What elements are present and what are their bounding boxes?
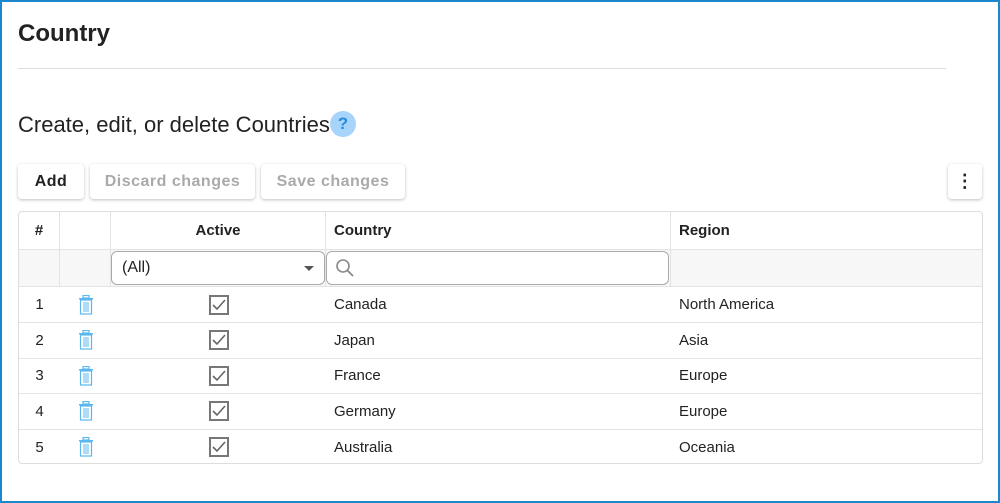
help-icon[interactable]: ? bbox=[330, 111, 356, 137]
active-checkbox[interactable] bbox=[208, 330, 229, 351]
filter-empty bbox=[60, 250, 111, 286]
header-region[interactable]: Region bbox=[671, 212, 982, 249]
active-filter-value: (All) bbox=[122, 259, 151, 276]
header-actions bbox=[60, 212, 111, 249]
countries-grid: # Active Country Region (All) 1 Canada N… bbox=[18, 211, 983, 464]
check-icon bbox=[211, 334, 226, 346]
save-changes-button[interactable]: Save changes bbox=[261, 164, 405, 199]
trash-icon bbox=[78, 401, 93, 421]
country-cell[interactable]: Australia bbox=[326, 429, 671, 463]
delete-button[interactable] bbox=[60, 429, 111, 463]
region-cell[interactable]: Europe bbox=[671, 394, 982, 429]
row-number: 1 bbox=[35, 296, 44, 313]
row-number: 4 bbox=[35, 402, 44, 420]
delete-button[interactable] bbox=[60, 358, 111, 393]
trash-icon bbox=[78, 437, 93, 457]
header-number[interactable]: # bbox=[19, 212, 60, 249]
filter-empty bbox=[19, 250, 60, 286]
active-filter-cell: (All) bbox=[111, 250, 326, 286]
table-row: 3 France Europe bbox=[19, 358, 982, 395]
discard-changes-button[interactable]: Discard changes bbox=[90, 164, 255, 199]
check-icon bbox=[211, 298, 226, 310]
active-checkbox[interactable] bbox=[208, 401, 229, 422]
active-filter-select[interactable]: (All) bbox=[111, 251, 325, 285]
active-checkbox[interactable] bbox=[208, 437, 229, 458]
more-options-button[interactable]: ⋮ bbox=[948, 164, 982, 199]
header-country[interactable]: Country bbox=[326, 212, 671, 249]
country-cell[interactable]: Japan bbox=[326, 323, 671, 358]
delete-button[interactable] bbox=[60, 394, 111, 429]
active-cell bbox=[111, 429, 326, 463]
active-checkbox[interactable] bbox=[208, 365, 229, 386]
check-icon bbox=[211, 370, 226, 381]
active-cell bbox=[111, 323, 326, 358]
add-button[interactable]: Add bbox=[18, 164, 84, 199]
active-cell bbox=[111, 358, 326, 393]
header-active[interactable]: Active bbox=[111, 212, 326, 249]
filter-empty bbox=[671, 250, 982, 286]
table-row: 4 Germany Europe bbox=[19, 394, 982, 430]
table-row: 2 Japan Asia bbox=[19, 323, 982, 359]
filter-row: (All) bbox=[19, 250, 982, 287]
page-title: Country bbox=[18, 20, 110, 47]
active-checkbox[interactable] bbox=[208, 294, 229, 315]
trash-icon bbox=[78, 330, 93, 350]
check-icon bbox=[211, 441, 226, 453]
row-number: 5 bbox=[35, 438, 44, 456]
trash-icon bbox=[78, 294, 93, 315]
country-cell[interactable]: Germany bbox=[326, 394, 671, 429]
trash-icon bbox=[78, 365, 93, 386]
search-icon bbox=[336, 259, 354, 277]
table-row: 5 Australia Oceania bbox=[19, 429, 982, 463]
region-cell[interactable]: North America bbox=[671, 287, 982, 322]
divider bbox=[18, 68, 946, 69]
region-cell[interactable]: Oceania bbox=[671, 429, 982, 463]
country-filter-cell bbox=[326, 250, 671, 286]
table-row: 1 Canada North America bbox=[19, 287, 982, 323]
check-icon bbox=[211, 405, 226, 417]
country-search-input[interactable] bbox=[326, 251, 669, 285]
page-subtitle: Create, edit, or delete Countries bbox=[18, 112, 330, 137]
region-cell[interactable]: Europe bbox=[671, 358, 982, 393]
row-number: 2 bbox=[35, 331, 44, 349]
delete-button[interactable] bbox=[60, 323, 111, 358]
chevron-down-icon bbox=[304, 265, 314, 271]
delete-button[interactable] bbox=[60, 287, 111, 322]
active-cell bbox=[111, 394, 326, 429]
region-cell[interactable]: Asia bbox=[671, 323, 982, 358]
header-row: # Active Country Region bbox=[19, 212, 982, 250]
active-cell bbox=[111, 287, 326, 322]
row-number: 3 bbox=[35, 367, 44, 385]
country-cell[interactable]: Canada bbox=[326, 287, 671, 322]
country-cell[interactable]: France bbox=[326, 358, 671, 393]
